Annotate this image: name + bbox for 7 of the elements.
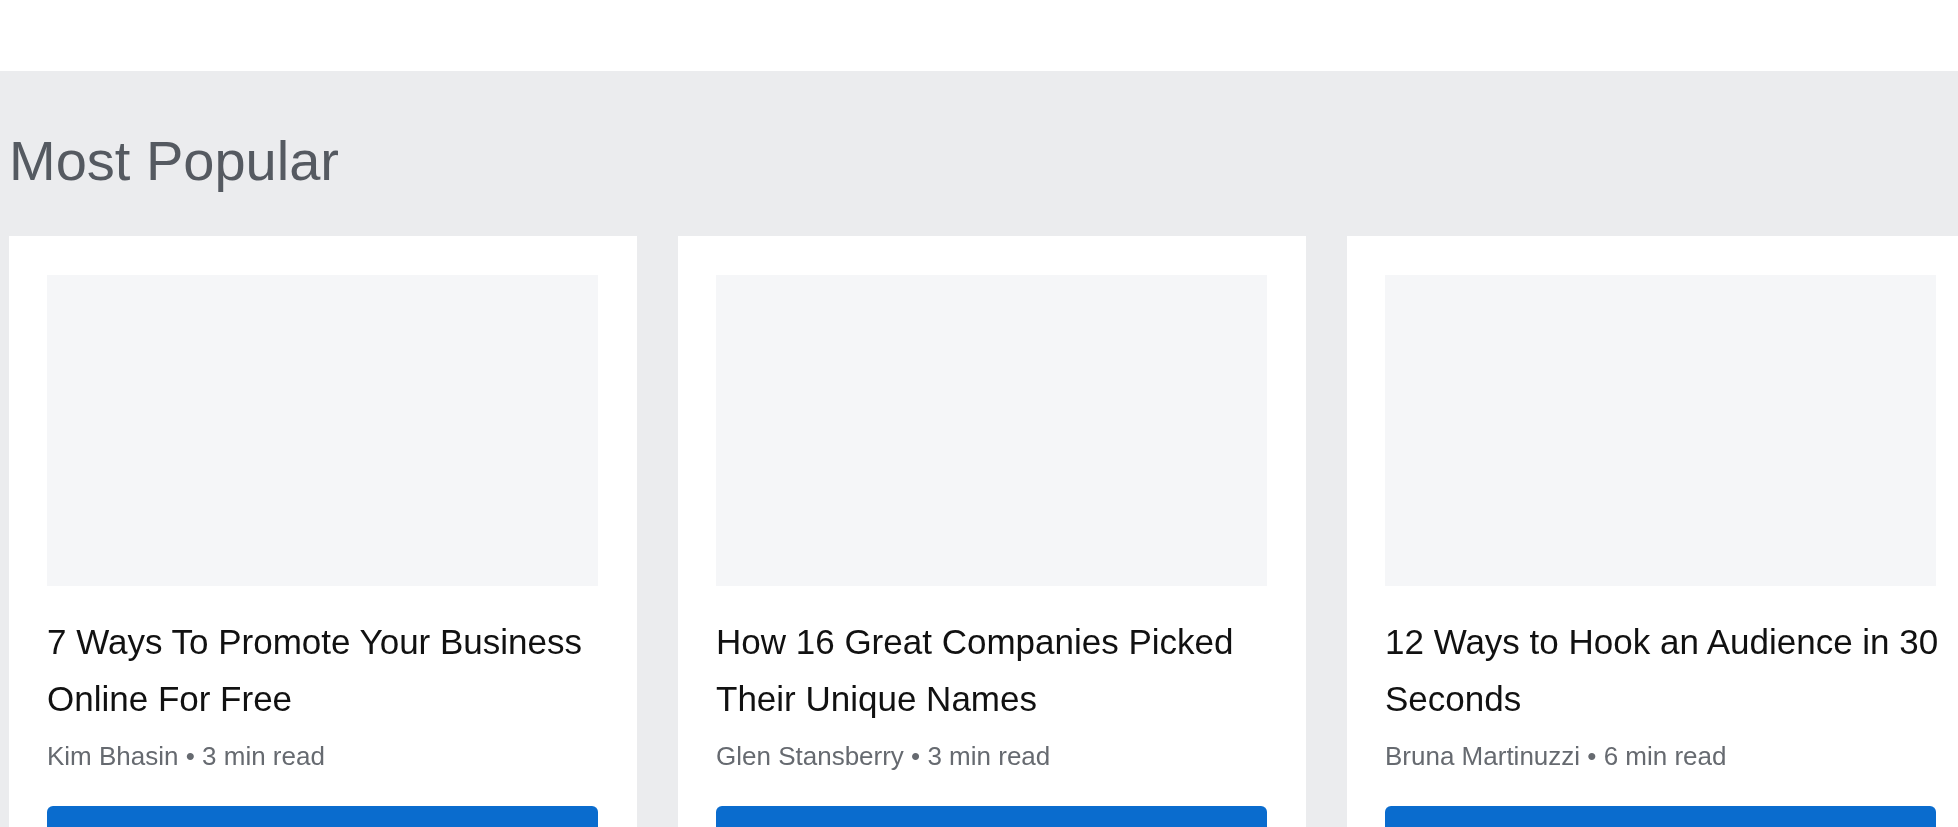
- article-headline[interactable]: 7 Ways To Promote Your Business Online For Free: [47, 613, 607, 727]
- article-headline[interactable]: How 16 Great Companies Picked Their Unique Names: [716, 613, 1276, 727]
- section-title: Most Popular: [9, 128, 340, 194]
- article-headline[interactable]: 12 Ways to Hook an Audience in 30 Seconds: [1385, 613, 1945, 727]
- article-meta: Bruna Martinuzzi • 6 min read: [1385, 741, 1728, 772]
- article-meta: Kim Bhasin • 3 min read: [47, 741, 326, 772]
- article-meta: Glen Stansberry • 3 min read: [716, 741, 1052, 772]
